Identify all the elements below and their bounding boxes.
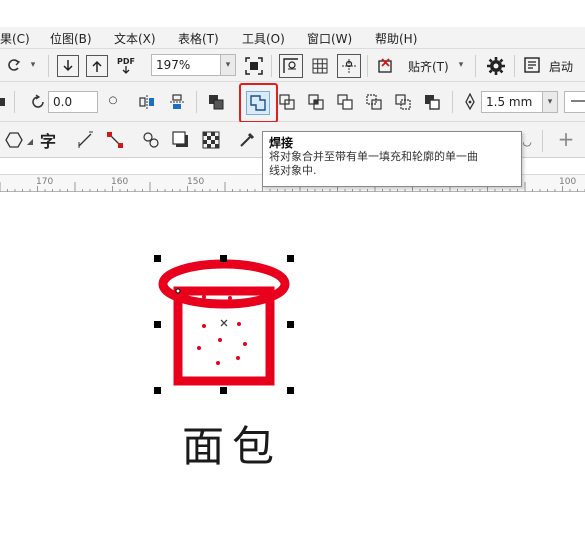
menu-help[interactable]: 帮助(H) xyxy=(375,30,417,47)
weld-tooltip: 焊接 将对象合并至带有单一填充和轮廓的单一曲 线对象中. xyxy=(262,131,522,187)
separator xyxy=(48,55,49,77)
combine-icon[interactable] xyxy=(205,91,227,113)
parallel-dimension-tool-icon[interactable] xyxy=(74,130,96,150)
snap-to-label[interactable]: 贴齐(T) xyxy=(408,58,449,75)
options-gear-icon[interactable] xyxy=(484,54,508,78)
redo-dropdown-icon[interactable]: ▾ xyxy=(27,55,39,75)
ruler-tick-label: 160 xyxy=(111,177,129,187)
back-minus-front-icon[interactable] xyxy=(392,91,414,113)
separator xyxy=(475,55,476,77)
connector-tool-icon[interactable] xyxy=(104,130,126,150)
separator xyxy=(271,55,272,77)
export-icon[interactable] xyxy=(86,55,108,77)
bread-text-label[interactable]: 面包 xyxy=(182,413,282,474)
blend-tool-icon[interactable] xyxy=(140,130,162,150)
text-tool-icon[interactable]: 字 xyxy=(37,130,59,151)
partial-icon xyxy=(0,92,8,112)
pdf-label: PDF xyxy=(117,56,135,66)
drop-shadow-tool-icon[interactable] xyxy=(170,130,192,150)
mirror-vertical-icon[interactable] xyxy=(166,91,188,113)
front-minus-back-icon[interactable] xyxy=(363,91,385,113)
create-boundary-icon[interactable] xyxy=(421,91,443,113)
property-bar: 0.0 ○ 1.5 mm ▾ xyxy=(0,82,585,123)
separator xyxy=(14,91,15,113)
separator xyxy=(367,55,368,77)
redo-icon[interactable] xyxy=(4,55,24,75)
full-screen-preview-icon[interactable] xyxy=(243,55,265,77)
outline-width-dropdown-icon[interactable]: ▾ xyxy=(542,91,558,113)
polygon-tool-icon[interactable] xyxy=(4,130,24,150)
drawing-canvas[interactable] xyxy=(0,192,585,535)
ruler-tick-label: 150 xyxy=(187,177,205,187)
show-rulers-icon[interactable] xyxy=(279,54,303,78)
degree-icon: ○ xyxy=(108,94,118,106)
menu-bar: 果(C) 位图(B) 文本(X) 表格(T) 工具(O) 窗口(W) 帮助(H) xyxy=(0,27,585,49)
simplify-icon[interactable] xyxy=(334,91,356,113)
trim-icon[interactable] xyxy=(276,91,298,113)
rotation-icon xyxy=(28,92,48,112)
add-tool-icon[interactable]: + xyxy=(556,127,576,151)
zoom-level-field[interactable]: 197% xyxy=(151,54,221,76)
snap-dropdown-icon[interactable]: ▾ xyxy=(455,55,467,75)
menu-effects[interactable]: 果(C) xyxy=(0,30,30,47)
menu-table[interactable]: 表格(T) xyxy=(178,30,219,47)
eyedropper-tool-icon[interactable] xyxy=(236,130,258,150)
separator xyxy=(196,91,197,113)
line-style-field[interactable] xyxy=(564,91,585,113)
menu-window[interactable]: 窗口(W) xyxy=(307,30,352,47)
launch-label[interactable]: 启动 xyxy=(549,58,573,75)
outline-pen-icon xyxy=(462,92,478,112)
tooltip-description-line-2: 线对象中. xyxy=(269,164,317,177)
window-top-strip xyxy=(0,0,585,27)
ruler-tick-label: 100 xyxy=(559,177,577,187)
show-grid-icon[interactable] xyxy=(308,54,332,78)
snap-to-icon[interactable] xyxy=(374,54,398,78)
polygon-flyout-icon[interactable]: ◢ xyxy=(25,134,35,148)
intersect-icon[interactable] xyxy=(305,91,327,113)
menu-bitmaps[interactable]: 位图(B) xyxy=(50,30,92,47)
outline-width-field[interactable]: 1.5 mm xyxy=(481,91,543,113)
partial-tool-icon[interactable]: ◡ xyxy=(520,134,534,148)
show-guidelines-icon[interactable] xyxy=(337,54,361,78)
zoom-dropdown-icon[interactable]: ▾ xyxy=(220,54,236,76)
separator xyxy=(514,55,515,77)
tooltip-title: 焊接 xyxy=(269,136,294,150)
standard-toolbar: ▾ PDF 197% ▾ 贴齐(T) ▾ 启动 xyxy=(0,49,585,82)
menu-tools[interactable]: 工具(O) xyxy=(242,30,285,47)
separator xyxy=(452,91,453,113)
transparency-tool-icon[interactable] xyxy=(200,130,222,150)
rotation-angle-field[interactable]: 0.0 xyxy=(48,91,98,113)
publish-pdf-icon[interactable]: PDF xyxy=(114,54,138,78)
mirror-horizontal-icon[interactable] xyxy=(136,91,158,113)
import-icon[interactable] xyxy=(57,55,79,77)
separator xyxy=(542,130,543,152)
tooltip-description-line-1: 将对象合并至带有单一填充和轮廓的单一曲 xyxy=(269,150,478,163)
weld-button[interactable] xyxy=(246,91,270,115)
ruler-tick-label: 170 xyxy=(36,177,54,187)
launch-icon[interactable] xyxy=(522,55,542,75)
menu-text[interactable]: 文本(X) xyxy=(114,30,156,47)
